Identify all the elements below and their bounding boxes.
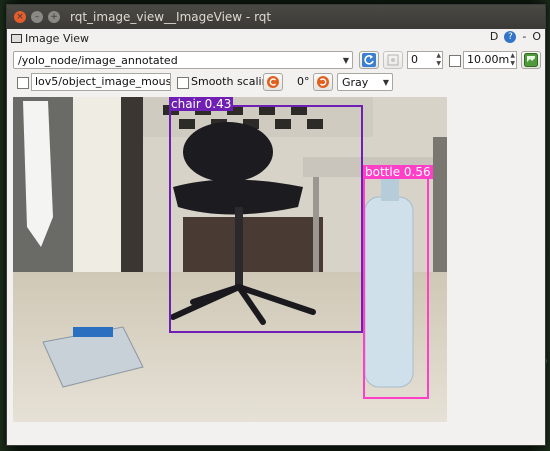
close-window-button[interactable]: × (14, 11, 26, 23)
bottle-detection-label: bottle 0.56 (363, 165, 433, 179)
image-topic-value: /yolo_node/image_annotated (18, 54, 178, 67)
window-title: rqt_image_view__ImageView - rqt (70, 10, 272, 24)
refresh-topics-button[interactable] (359, 51, 379, 69)
save-image-icon (524, 53, 538, 67)
rotate-left-icon (267, 76, 279, 88)
bottle-detection-box (363, 175, 429, 399)
color-scheme-chevron-icon: ▼ (382, 78, 389, 87)
camera-image[interactable]: chair 0.43 bottle 0.56 (13, 97, 447, 422)
zoom-spinbox[interactable]: 0 ▲ ▼ (407, 51, 443, 69)
color-scheme-select[interactable]: Gray ▼ (337, 73, 393, 91)
duration-checkbox[interactable] (449, 55, 461, 67)
mouse-topic-input[interactable]: lov5/object_image_mouse_left (31, 73, 171, 91)
duration-spinbox[interactable]: 10.00m ▲ ▼ (463, 51, 517, 69)
dock-title: Image View (25, 31, 90, 45)
mouse-publish-checkbox[interactable] (17, 77, 29, 89)
minimize-icon: – (34, 11, 40, 22)
toolbar-row-1: /yolo_node/image_annotated ▼ 0 ▲ ▼ 10.00m… (7, 49, 545, 71)
mouse-topic-value: lov5/object_image_mouse_left (35, 75, 171, 88)
rotate-right-icon (317, 76, 329, 88)
help-icon[interactable]: ? (504, 30, 517, 43)
smooth-scaling-checkbox[interactable] (177, 77, 189, 89)
rotate-left-button[interactable] (263, 73, 283, 91)
chair-detection-label: chair 0.43 (169, 97, 234, 111)
rqt-window: × – + rqt_image_view__ImageView - rqt Im… (6, 4, 546, 446)
rotation-value: 0° (297, 75, 310, 88)
toolbar-row-2: lov5/object_image_mouse_left Smooth scal… (7, 71, 545, 93)
duration-value: 10.00m (467, 53, 510, 66)
zoom-icon (387, 54, 399, 66)
window-icon (11, 33, 22, 43)
title-bar[interactable]: × – + rqt_image_view__ImageView - rqt (7, 5, 545, 29)
maximize-icon: + (50, 11, 58, 22)
color-scheme-value: Gray (342, 76, 369, 89)
dock-minimize-button[interactable]: - (522, 30, 526, 43)
duration-arrows-icon: ▲ ▼ (510, 52, 515, 67)
refresh-icon (362, 53, 376, 67)
zoom-fit-button[interactable] (383, 51, 403, 69)
close-icon: × (16, 11, 24, 22)
minimize-window-button[interactable]: – (31, 11, 43, 23)
dock-d-button[interactable]: D (490, 30, 498, 43)
maximize-window-button[interactable]: + (48, 11, 60, 23)
zoom-spin-value: 0 (411, 53, 418, 66)
save-image-button[interactable] (521, 51, 541, 69)
rotate-right-button[interactable] (313, 73, 333, 91)
dock-close-button[interactable]: O (532, 30, 541, 43)
chevron-down-icon: ▼ (342, 56, 349, 65)
spin-arrows-icon: ▲ ▼ (436, 52, 441, 67)
dock-header: Image View D ? - O (7, 29, 545, 47)
image-topic-select[interactable]: /yolo_node/image_annotated ▼ (13, 51, 353, 69)
chair-detection-box (169, 105, 363, 333)
image-viewport[interactable]: chair 0.43 bottle 0.56 (11, 97, 539, 442)
